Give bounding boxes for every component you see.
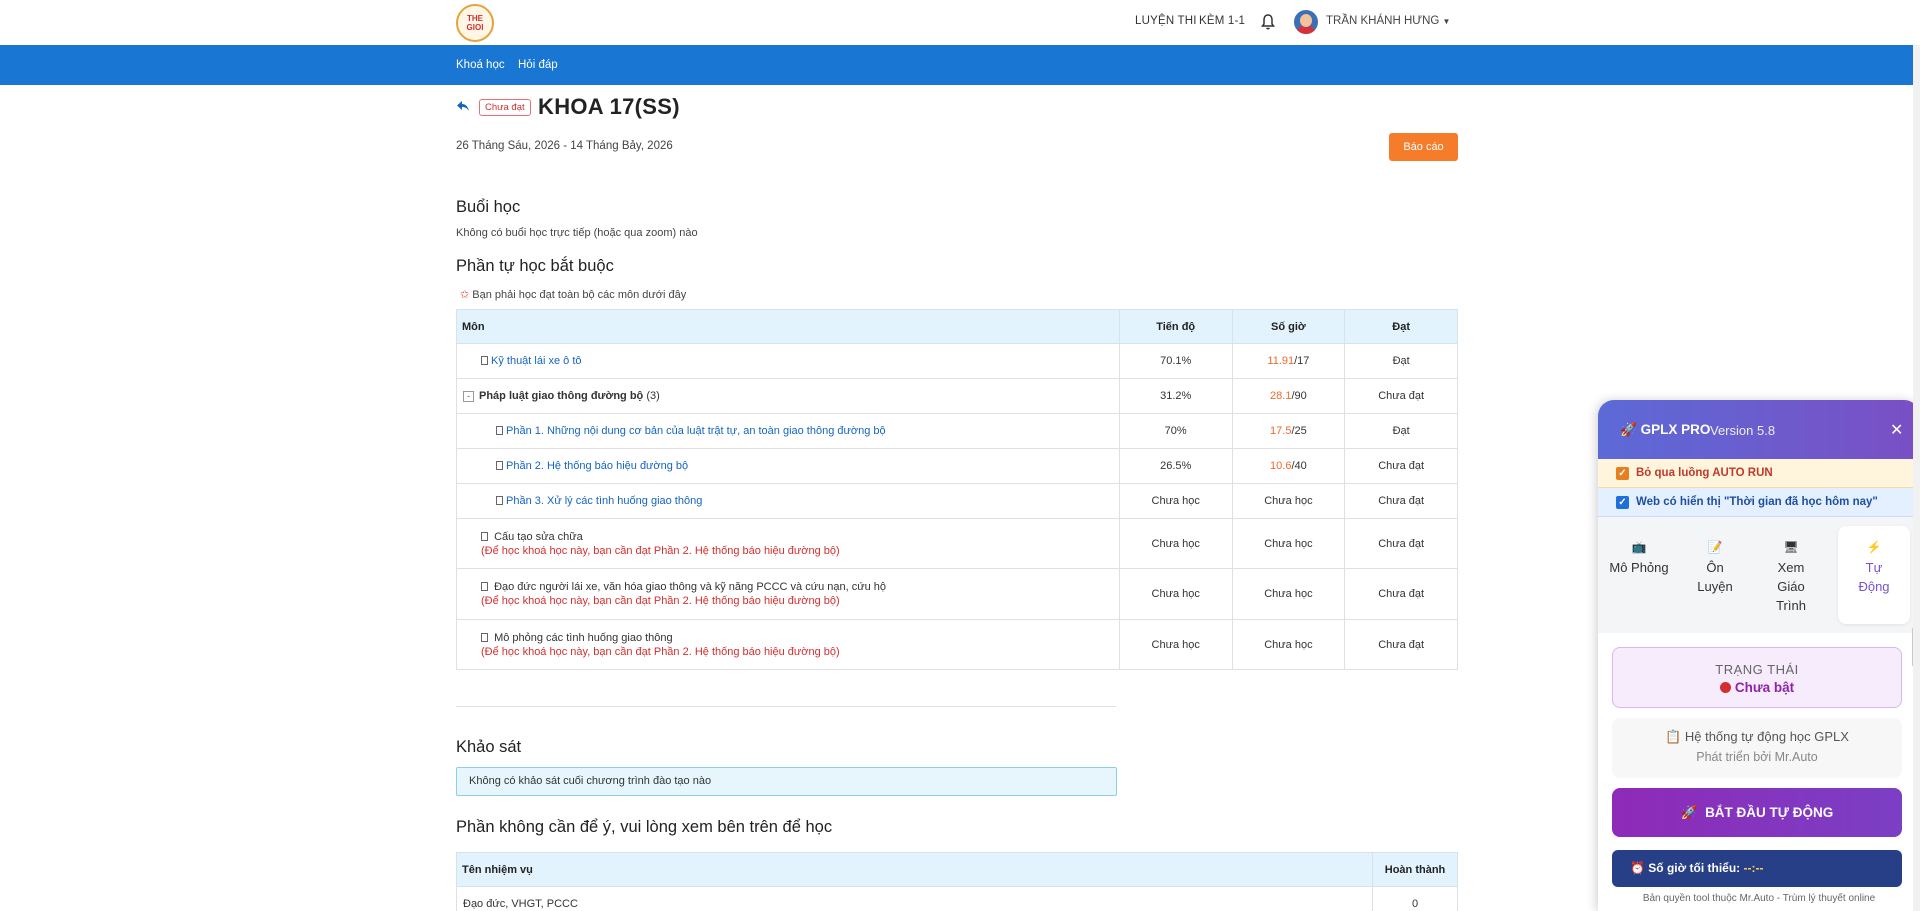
- close-icon[interactable]: ✕: [1890, 420, 1903, 440]
- checkbox-checked-icon[interactable]: ✓: [1616, 496, 1629, 509]
- page-scrollbar[interactable]: [1913, 45, 1920, 911]
- document-icon: [481, 531, 488, 541]
- survey-heading: Khảo sát: [456, 738, 522, 756]
- document-icon: [481, 632, 488, 642]
- survey-info: Không có khảo sát cuối chương trình đào …: [456, 767, 1117, 796]
- required-table: Môn Tiến độ Số giờ Đạt Kỹ thuật lái xe ô…: [456, 309, 1458, 670]
- clock-icon: ⏰: [1630, 861, 1645, 875]
- main-nav: Khoá học Hỏi đáp: [0, 45, 1920, 85]
- checkbox-checked-icon[interactable]: ✓: [1616, 467, 1629, 480]
- prerequisite-note: (Để học khoá học này, bạn cần đạt Phần 2…: [481, 544, 840, 557]
- nav-kem-1-1[interactable]: KÈM 1-1: [1199, 15, 1245, 27]
- table-row: - Pháp luật giao thông đường bộ (3) 31.2%…: [456, 378, 1458, 414]
- required-note: ✩ Bạn phải học đạt toàn bộ các môn dưới …: [460, 289, 687, 301]
- monitor-icon: 📺: [1631, 540, 1647, 554]
- prerequisite-note: (Để học khoá học này, bạn cần đạt Phần 2…: [481, 595, 840, 607]
- status-dot-icon: [1719, 682, 1731, 693]
- nav-luyen-thi[interactable]: LUYỆN THI: [1135, 15, 1197, 27]
- document-icon: [481, 582, 488, 591]
- status-badge: Chưa đạt: [479, 99, 531, 116]
- document-icon: [481, 356, 488, 365]
- notebook-icon: 📝: [1707, 540, 1723, 554]
- start-auto-button[interactable]: 🚀 BẮT ĐẦU TỰ ĐỘNG: [1612, 788, 1902, 837]
- course-link[interactable]: Phần 1. Những nội dung cơ bản của luật t…: [506, 425, 886, 437]
- course-link[interactable]: Phần 3. Xử lý các tình huống giao thông: [506, 495, 702, 507]
- table-row: Phần 1. Những nội dung cơ bản của luật t…: [456, 413, 1458, 449]
- user-menu[interactable]: TRẦN KHÁNH HƯNG ▼: [1326, 15, 1450, 27]
- panel-title: 🚀 GPLX PRO: [1620, 422, 1711, 437]
- nav-hoi-dap[interactable]: Hỏi đáp: [518, 59, 558, 71]
- date-range: 26 Tháng Sáu, 2026 - 14 Tháng Bảy, 2026: [456, 140, 673, 152]
- panel-tabs: 📺 Mô Phỏng 📝 Ôn Luyện 🖥 Xem Giáo Trình ⚡…: [1598, 517, 1920, 633]
- document-icon: 📋: [1665, 729, 1682, 744]
- table-row: Kỹ thuật lái xe ô tô 70.1% 11.91/17 Đạt: [456, 343, 1458, 379]
- divider: [456, 706, 1116, 707]
- table-row: Đạo đức người lái xe, văn hóa giao thông…: [456, 568, 1458, 620]
- table-row: Mô phỏng các tình huống giao thông (Để họ…: [456, 619, 1458, 670]
- min-hours-bar: ⏰ Số giờ tối thiểu: --:--: [1612, 850, 1902, 887]
- sessions-text: Không có buổi học trực tiếp (hoặc qua zo…: [456, 227, 698, 239]
- page-title: KHOA 17(SS): [538, 94, 680, 119]
- tab-mo-phong[interactable]: 📺 Mô Phỏng: [1603, 526, 1675, 624]
- rocket-icon: 🚀: [1680, 805, 1698, 820]
- document-icon: [496, 461, 503, 470]
- course-link[interactable]: Phần 2. Hệ thống báo hiệu đường bộ: [506, 460, 688, 472]
- site-logo[interactable]: THE GIOI: [456, 4, 494, 42]
- rocket-icon: 🚀: [1620, 422, 1637, 437]
- gplx-pro-panel: 🚀 GPLX PRO Version 5.8 ✕ ✓ Bỏ qua luồng …: [1598, 400, 1920, 911]
- option-skip-autorun[interactable]: ✓ Bỏ qua luồng AUTO RUN: [1598, 459, 1920, 488]
- option-show-time[interactable]: ✓ Web có hiển thị "Thời gian đã học hôm …: [1598, 488, 1920, 517]
- col-header-nhiem-vu: Tên nhiệm vụ: [455, 852, 1374, 887]
- col-header-mon: Môn: [456, 309, 1120, 344]
- required-heading: Phần tự học bắt buộc: [456, 257, 614, 275]
- screen-icon: 🖥: [1783, 540, 1799, 554]
- col-header-tien-do: Tiến độ: [1118, 309, 1233, 344]
- col-header-hoan-thanh: Hoàn thành: [1372, 852, 1458, 887]
- table-row: Phần 2. Hệ thống báo hiệu đường bộ 26.5%…: [456, 448, 1458, 484]
- optional-table: Tên nhiệm vụ Hoàn thành Đạo đức, VHGT, P…: [455, 852, 1458, 911]
- table-row: Phần 3. Xử lý các tình huống giao thông …: [456, 483, 1458, 519]
- report-button[interactable]: Báo cáo: [1389, 133, 1458, 161]
- avatar[interactable]: [1294, 10, 1318, 34]
- sessions-heading: Buổi học: [456, 198, 521, 216]
- document-icon: [496, 496, 503, 505]
- tab-xem-giao-trinh[interactable]: 🖥 Xem Giáo Trình: [1755, 526, 1827, 624]
- col-header-dat: Đạt: [1344, 309, 1458, 344]
- table-row: Đạo đức, VHGT, PCCC 0: [455, 886, 1458, 911]
- table-row: Cấu tạo sửa chữa (Để học khoá học này, bạ…: [456, 518, 1458, 569]
- col-header-so-gio: Số giờ: [1231, 309, 1346, 344]
- top-header: THE GIOI LUYỆN THI KÈM 1-1 TRẦN KHÁNH HƯ…: [0, 0, 1920, 45]
- document-icon: [496, 426, 503, 435]
- copyright-text: Bản quyền tool thuộc Mr.Auto - Trùm lý t…: [1642, 893, 1876, 904]
- optional-heading: Phần không cần để ý, vui lòng xem bên tr…: [456, 818, 833, 836]
- status-box: TRẠNG THÁI Chưa bật: [1612, 647, 1902, 708]
- collapse-toggle[interactable]: -: [463, 391, 474, 402]
- panel-version: Version 5.8: [1710, 423, 1776, 438]
- lightning-icon: ⚡: [1866, 540, 1882, 554]
- course-link[interactable]: Kỹ thuật lái xe ô tô: [491, 355, 582, 367]
- caret-down-icon: ▼: [1442, 17, 1451, 26]
- tab-tu-dong[interactable]: ⚡ Tự Động: [1838, 526, 1910, 624]
- tab-on-luyen[interactable]: 📝 Ôn Luyện: [1679, 526, 1751, 624]
- info-box: 📋 Hệ thống tự động học GPLX Phát triển b…: [1612, 718, 1902, 778]
- bell-icon[interactable]: [1260, 13, 1276, 31]
- star-icon: ✩: [460, 289, 470, 301]
- prerequisite-note: (Để học khoá học này, bạn cần đạt Phần 2…: [481, 645, 840, 658]
- panel-header: 🚀 GPLX PRO Version 5.8 ✕: [1598, 400, 1920, 459]
- nav-khoa-hoc[interactable]: Khoá học: [456, 59, 505, 71]
- back-arrow-icon[interactable]: [456, 99, 470, 113]
